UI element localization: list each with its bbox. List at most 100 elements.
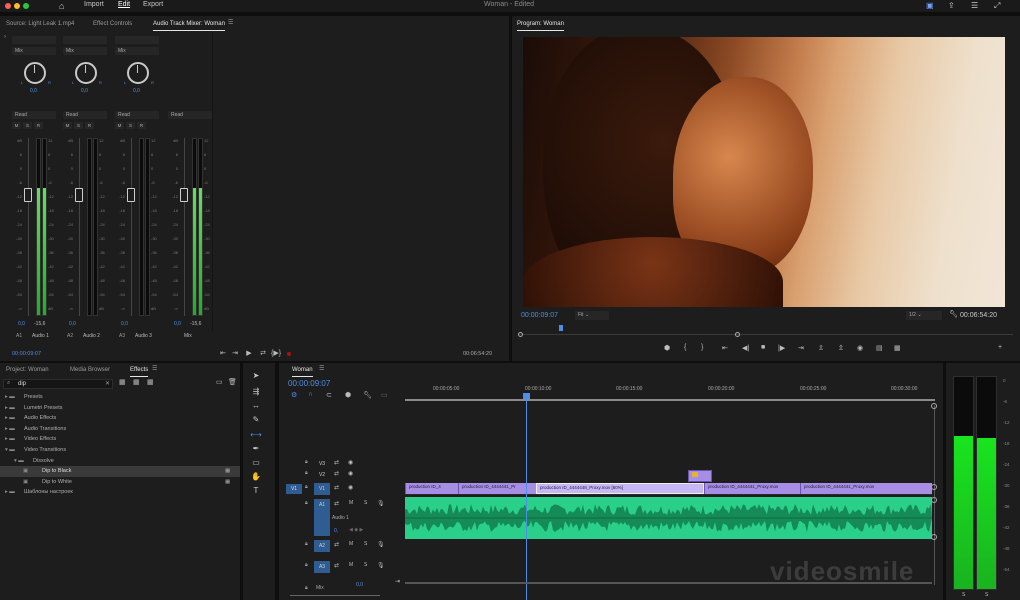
nest-icon[interactable]: ⚙ (291, 391, 297, 399)
program-scrub-bar[interactable] (519, 334, 1013, 335)
linked-selection-icon[interactable]: ⊂ (326, 391, 332, 399)
button-editor-icon[interactable]: + (998, 344, 1002, 351)
track-target-v2[interactable]: V2 (314, 469, 330, 481)
automation-select[interactable]: Read (63, 111, 107, 119)
zoom-right-handle[interactable] (735, 332, 740, 337)
eye-icon[interactable]: ◉ (348, 470, 353, 477)
zoom-window-button[interactable] (23, 3, 29, 9)
tab-timeline[interactable]: Woman (292, 365, 313, 377)
selection-tool-icon[interactable]: ➤ (250, 370, 262, 382)
fullscreen-icon[interactable]: ⤢ (994, 1, 1000, 11)
volume-fader[interactable] (127, 188, 135, 203)
automation-select[interactable]: Read (12, 111, 56, 119)
lift-icon[interactable]: ⇫ (818, 344, 824, 352)
lock-icon[interactable]: 🔒︎ (305, 562, 308, 568)
mark-in-icon[interactable]: { (684, 344, 686, 351)
menu-import[interactable]: Import (84, 1, 104, 8)
mixer-timecode[interactable]: 00:00:09:07 (12, 351, 41, 357)
pan-knob[interactable] (75, 62, 97, 84)
add-marker-timeline-icon[interactable]: ⬢ (345, 391, 351, 399)
captions-icon[interactable]: ▭ (381, 391, 388, 399)
mute-track-button[interactable]: M (349, 500, 353, 506)
play-in-out-icon[interactable]: {▶} (271, 349, 281, 358)
track-target-a2[interactable]: A2 (314, 540, 330, 552)
go-to-out-icon[interactable]: ⇥ (230, 349, 240, 358)
tab-effect-controls[interactable]: Effect Controls (93, 19, 132, 29)
hand-tool-icon[interactable]: ✋ (250, 471, 262, 483)
timeline-settings-icon[interactable]: 🔧︎ (363, 391, 372, 399)
effect-folder[interactable]: ▸ ▬ Шаблоны настроек (0, 487, 240, 498)
menu-edit[interactable]: Edit (118, 1, 130, 8)
play-icon[interactable]: ▶ (244, 349, 254, 358)
workspaces-icon[interactable]: ▣ (926, 1, 934, 10)
tab-source[interactable]: Source: Light Leak 1.mp4 (6, 19, 74, 29)
mixer-expand-icon[interactable]: › (4, 34, 6, 40)
sync-lock-icon[interactable]: ⇄ (334, 500, 339, 507)
close-window-button[interactable] (5, 3, 11, 9)
solo-track-button[interactable]: S (364, 541, 367, 547)
microphone-icon[interactable]: 🎙︎ (377, 562, 385, 569)
effect-folder[interactable]: ▸ ▬ Audio Effects (0, 413, 240, 424)
snap-icon[interactable]: ∩ (308, 391, 313, 398)
effects-search-field[interactable]: ⌕ dip ✕ (3, 379, 113, 389)
channel-volume-value[interactable]: 0,0 (174, 321, 181, 327)
track-select-tool-icon[interactable]: ⇶ (250, 386, 262, 398)
minimize-window-button[interactable] (14, 3, 20, 9)
microphone-icon[interactable]: 🎙︎ (377, 541, 385, 548)
mix-volume-value[interactable]: 0,0 (356, 582, 363, 588)
automation-select[interactable]: Read (115, 111, 159, 119)
mode-select[interactable]: Mix (63, 47, 107, 55)
input-select[interactable] (115, 36, 159, 44)
automation-select[interactable]: Read (168, 111, 212, 119)
loop-icon[interactable]: ⇄ (258, 349, 268, 358)
share-icon[interactable]: ⇪ (948, 1, 955, 10)
video-clip-selected[interactable]: production ID_4444448_Proxy.mov [60%] (536, 483, 704, 494)
mix-go-to-icon[interactable]: ⇥ (395, 578, 400, 585)
delete-icon[interactable]: 🗑︎ (228, 378, 237, 386)
program-playhead-marker[interactable] (559, 325, 563, 331)
effect-folder[interactable]: ▾ ▬ Video Transitions (0, 445, 240, 456)
effect-folder[interactable]: ▾ ▬ Dissolve (0, 456, 240, 467)
32bit-effects-icon[interactable]: ▦ (133, 378, 140, 386)
work-area-bar[interactable] (405, 399, 935, 401)
program-timecode[interactable]: 00:00:09:07 (521, 312, 558, 319)
mode-select[interactable]: Mix (12, 47, 56, 55)
solo-button[interactable]: S (23, 122, 32, 129)
solo-track-button[interactable]: S (364, 500, 367, 506)
sync-lock-icon[interactable]: ⇄ (334, 459, 339, 466)
solo-button[interactable]: S (74, 122, 83, 129)
playhead-handle[interactable] (523, 393, 530, 399)
pan-knob[interactable] (24, 62, 46, 84)
eye-icon[interactable]: ◉ (348, 459, 353, 466)
effect-folder[interactable]: ▸ ▬ Presets (0, 392, 240, 403)
solo-track-button[interactable]: S (364, 562, 367, 568)
volume-fader[interactable] (75, 188, 83, 203)
lock-icon[interactable]: 🔒︎ (305, 541, 308, 547)
accelerated-effects-icon[interactable]: ▦ (119, 378, 126, 386)
menu-export[interactable]: Export (143, 1, 163, 8)
zoom-left-handle[interactable] (518, 332, 523, 337)
channel-volume-value[interactable]: 0,0 (69, 321, 76, 327)
mute-button[interactable]: M (12, 122, 21, 129)
timeline-vertical-scrollbar[interactable] (934, 405, 935, 585)
effect-item[interactable]: ▣ Dip to White ▦ (0, 477, 240, 488)
sync-lock-icon[interactable]: ⇄ (334, 562, 339, 569)
yuv-effects-icon[interactable]: ▦ (147, 378, 154, 386)
track-target-a3[interactable]: A3 (314, 561, 330, 573)
volume-fader[interactable] (24, 188, 32, 203)
ripple-edit-tool-icon[interactable]: ↔ (250, 400, 262, 412)
new-bin-icon[interactable]: ▭ (216, 378, 223, 386)
tab-program[interactable]: Program: Woman (517, 19, 564, 31)
multi-view-icon[interactable]: ▦ (894, 344, 901, 352)
rectangle-tool-icon[interactable]: ▭ (250, 457, 262, 469)
audio-clip[interactable] (405, 497, 932, 539)
mute-button[interactable]: M (115, 122, 124, 129)
video-clip[interactable]: production ID_4444441_Proxy.mov (704, 483, 800, 494)
mute-track-button[interactable]: M (349, 541, 353, 547)
timeline-tab-close-icon[interactable]: ☰ (319, 365, 324, 372)
tab-effects[interactable]: Effects (130, 365, 149, 377)
input-select[interactable] (63, 36, 107, 44)
mute-button[interactable]: M (63, 122, 72, 129)
video-clip[interactable]: production ID_4444441_Proxy.mov (800, 483, 932, 494)
audio-scroll-handle-bottom[interactable] (931, 534, 937, 540)
